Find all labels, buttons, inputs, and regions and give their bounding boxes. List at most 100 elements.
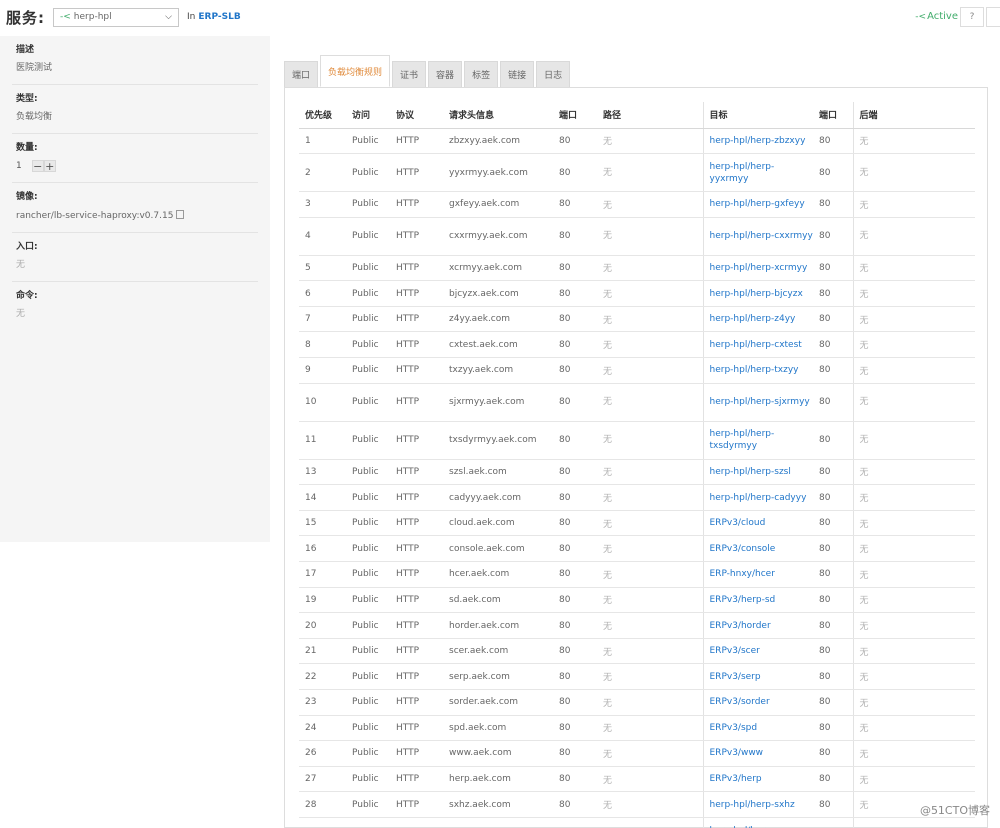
table-cell: serp.aek.com [443,663,553,690]
help-button[interactable]: ? [960,7,984,27]
table-cell: 无 [597,612,703,639]
table-cell[interactable]: ERPv3/horder [702,612,813,639]
tab-5[interactable]: 链接 [500,61,535,87]
tab-2[interactable]: 证书 [392,61,427,87]
table-cell: 无 [852,383,975,422]
scale-up-button[interactable]: + [43,160,56,173]
table-cell: 无 [852,459,975,486]
table-cell: 80 [813,255,853,282]
table-cell: 24 [299,715,346,742]
table-cell: HTTP [390,217,443,256]
table-cell: 无 [852,612,975,639]
table-cell: Public [346,791,390,818]
table-cell[interactable]: ERPv3/herp [702,766,813,793]
table-cell: 80 [813,663,853,690]
table-cell: HTTP [390,612,443,639]
table-cell[interactable]: ERP-hnxy/hcer [702,561,813,588]
more-button[interactable] [986,7,1000,27]
table-cell: Public [346,357,390,384]
description-block: 描述 医院测试 [12,36,258,85]
table-cell: 80 [553,280,597,307]
table-cell: 80 [553,421,597,460]
tab-1[interactable]: 负载均衡规则 [320,55,391,87]
table-cell[interactable]: herp-hpl/herp-txsdyrmyy [702,421,813,460]
table-cell: szsl.aek.com [443,459,553,486]
stack-link[interactable]: ERP-SLB [198,12,240,22]
table-cell[interactable]: herp-hpl/herp-szsl [702,459,813,486]
table-cell: 1 [299,128,346,155]
table-cell[interactable]: ERPv3/sorder [702,689,813,716]
table-cell[interactable]: herp-hpl/herp-sxhz [702,791,813,818]
table-cell[interactable]: ERPv3/herp-sd [702,587,813,614]
table-row: 13 Public HTTP szsl.aek.com 80 无 herp-hpl/herp… [299,459,975,486]
table-cell: 无 [852,484,975,511]
table-cell: HTTP [390,638,443,665]
table-cell: Public [346,421,390,460]
table-cell[interactable]: ERPv3/serp [702,663,813,690]
table-cell: 无 [852,280,975,307]
table-cell: 80 [553,484,597,511]
table-cell: HTTP [390,715,443,742]
table-cell: 80 [813,217,853,256]
table-row: 7 Public HTTP z4yy.aek.com 80 无 herp-hpl/herp-… [299,306,975,333]
table-cell[interactable]: ERPv3/cloud [702,510,813,537]
table-cell: 80 [553,459,597,486]
column-header: 访问 [346,102,390,129]
table-cell: HTTP [390,459,443,486]
table-cell[interactable]: herp-hpl/herp-zbzxyy [702,128,813,155]
table-cell: HTTP [390,280,443,307]
table-cell: 19 [299,587,346,614]
table-cell[interactable]: herp-hpl/herp-jsxdyrmyy [702,817,813,828]
table-cell: 80 [813,587,853,614]
table-cell[interactable]: herp-hpl/herp-yyxrmyy [702,153,813,193]
table-cell: Public [346,510,390,537]
column-header: 端口 [813,102,853,129]
table-cell[interactable]: herp-hpl/herp-z4yy [702,306,813,333]
table-cell[interactable]: herp-hpl/herp-sjxrmyy [702,383,813,422]
table-cell: HTTP [390,510,443,537]
table-cell: 15 [299,510,346,537]
table-cell: 21 [299,638,346,665]
tab-4[interactable]: 标签 [464,61,499,87]
table-cell: 10 [299,383,346,422]
table-cell[interactable]: herp-hpl/herp-cxtest [702,331,813,359]
table-cell: 80 [553,535,597,563]
scale-value: 1 [16,161,22,171]
table-cell[interactable]: ERPv3/console [702,535,813,563]
table-cell: 80 [813,459,853,486]
scale-down-button[interactable]: − [31,160,44,173]
table-row: 15 Public HTTP cloud.aek.com 80 无 ERPv3/cloud 8… [299,510,975,537]
table-cell: 80 [813,561,853,588]
table-cell[interactable]: herp-hpl/herp-gxfeyy [702,191,813,218]
table-cell: 80 [553,128,597,155]
table-row: 22 Public HTTP serp.aek.com 80 无 ERPv3/serp 80 无 [299,663,975,690]
table-cell: HTTP [390,191,443,218]
table-cell: sorder.aek.com [443,689,553,716]
table-cell: herp.aek.com [443,766,553,793]
service-select[interactable]: -< herp-hpl ⌵ [53,7,179,27]
type-label: 类型: [16,94,38,104]
image-value-row: rancher/lb-service-haproxy:v0.7.15 [16,210,254,222]
table-cell[interactable]: ERPv3/scer [702,638,813,665]
table-cell: Public [346,331,390,359]
image-block: 镜像: rancher/lb-service-haproxy:v0.7.15 [12,183,258,233]
table-cell[interactable]: ERPv3/www [702,740,813,767]
table-cell: 无 [597,535,703,563]
tab-0[interactable]: 端口 [284,61,319,87]
tab-3[interactable]: 容器 [428,61,463,87]
copy-icon[interactable] [176,210,185,219]
table-cell: 80 [813,421,853,460]
table-cell: 无 [852,217,975,256]
table-cell[interactable]: herp-hpl/herp-bjcyzx [702,280,813,307]
table-cell: 无 [852,191,975,218]
tab-6[interactable]: 日志 [536,61,571,87]
table-cell[interactable]: herp-hpl/herp-txzyy [702,357,813,384]
table-cell: Public [346,280,390,307]
table-row: 3 Public HTTP gxfeyy.aek.com 80 无 herp-hpl/her… [299,191,975,218]
table-cell[interactable]: herp-hpl/herp-cxxrmyy [702,217,813,256]
table-cell: 5 [299,255,346,282]
table-cell[interactable]: herp-hpl/herp-cadyyy [702,484,813,511]
table-cell[interactable]: herp-hpl/herp-xcrmyy [702,255,813,282]
table-cell[interactable]: ERPv3/spd [702,715,813,742]
table-cell: 无 [597,766,703,793]
